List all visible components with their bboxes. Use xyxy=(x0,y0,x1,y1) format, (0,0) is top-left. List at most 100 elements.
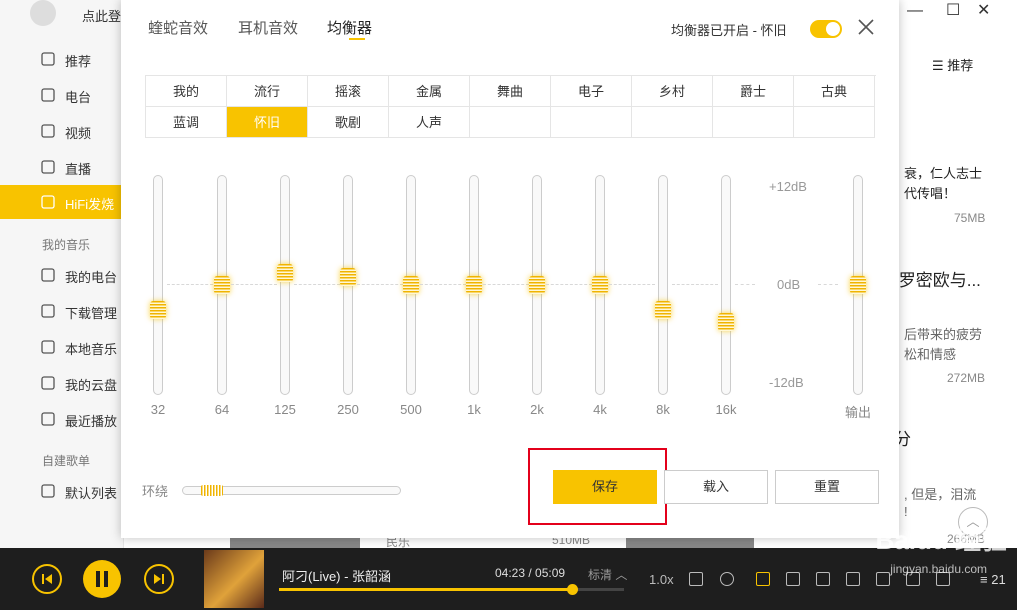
sidebar-item[interactable]: 默认列表 xyxy=(0,474,124,508)
maximize-icon[interactable]: ☐ xyxy=(946,0,960,20)
chevron-up-icon: ︿ xyxy=(615,568,628,582)
loop-icon[interactable] xyxy=(720,572,734,586)
snippet-title[interactable]: :罗密欧与... xyxy=(894,266,981,291)
eq-band-handle[interactable] xyxy=(277,263,293,282)
sidebar-item-label: 本地音乐 xyxy=(65,342,118,357)
equalizer-icon[interactable] xyxy=(756,572,770,586)
preset-button[interactable]: 舞曲 xyxy=(470,76,551,107)
active-tab-indicator xyxy=(349,38,365,40)
volume-icon[interactable] xyxy=(816,572,830,586)
sidebar-item[interactable]: 本地音乐 xyxy=(0,330,124,364)
speed-button[interactable]: 1.0x xyxy=(649,572,674,587)
clock-icon xyxy=(40,411,56,427)
reset-button[interactable]: 重置 xyxy=(775,470,879,504)
preset-button[interactable]: 怀旧 xyxy=(227,107,308,138)
eq-band-handle[interactable] xyxy=(214,276,230,294)
preset-button[interactable]: 我的 xyxy=(146,76,227,107)
preset-button[interactable]: 古典 xyxy=(794,76,875,107)
eq-band-slider[interactable] xyxy=(214,175,230,395)
minimize-icon[interactable]: — xyxy=(907,2,923,20)
pause-icon xyxy=(96,571,108,587)
eq-band-slider[interactable] xyxy=(718,175,734,395)
preset-button[interactable]: 爵士 xyxy=(713,76,794,107)
avatar[interactable] xyxy=(30,0,56,26)
preset-button[interactable]: 流行 xyxy=(227,76,308,107)
eq-toggle[interactable] xyxy=(810,20,842,38)
sidebar-item[interactable]: 我的电台 xyxy=(0,258,124,292)
sidebar-item[interactable]: 直播 xyxy=(0,150,124,184)
preset-button[interactable]: 乡村 xyxy=(632,76,713,107)
monitor-icon xyxy=(40,339,56,355)
sidebar-item[interactable]: HiFi发烧 xyxy=(0,185,124,219)
preset-button[interactable]: 金属 xyxy=(389,76,470,107)
login-link[interactable]: 点此登 xyxy=(82,6,121,25)
download-icon[interactable] xyxy=(846,572,860,586)
download-icon xyxy=(40,303,56,319)
window-close-icon[interactable]: ✕ xyxy=(977,0,990,20)
sidebar-item[interactable]: 视频 xyxy=(0,114,124,148)
album-cover[interactable] xyxy=(204,550,264,608)
preset-button[interactable]: 蓝调 xyxy=(146,107,227,138)
lyrics-icon[interactable] xyxy=(689,572,703,586)
sidebar-item-label: 我的云盘 xyxy=(65,378,118,393)
sidebar-item-label: 下载管理 xyxy=(65,306,118,321)
preset-button[interactable]: 电子 xyxy=(551,76,632,107)
zero-line xyxy=(167,284,213,285)
pause-button[interactable] xyxy=(83,560,121,598)
snippet-title[interactable]: 衰，仁人志士 xyxy=(904,163,982,182)
tab-headphone-effect[interactable]: 耳机音效 xyxy=(238,17,298,38)
share-icon[interactable] xyxy=(876,572,890,586)
eq-band-slider[interactable] xyxy=(529,175,545,395)
sidebar-item[interactable]: 推荐 xyxy=(0,42,124,76)
eq-band-slider[interactable] xyxy=(403,175,419,395)
podcast-icon xyxy=(40,267,56,283)
progress-bar[interactable] xyxy=(279,584,624,595)
player-bar: 阿刁(Live) - 张韶涵 04:23 / 05:09 标清 ︿ 1.0x ≡… xyxy=(0,548,1017,610)
next-button[interactable] xyxy=(144,564,174,594)
eq-band-handle[interactable] xyxy=(718,312,734,331)
surround-slider[interactable] xyxy=(182,485,401,496)
eq-band-handle[interactable] xyxy=(150,300,166,319)
recommend-link[interactable]: ☰ 推荐 xyxy=(932,55,973,74)
surround-handle[interactable] xyxy=(200,485,223,496)
tab-viper-effect[interactable]: 蝰蛇音效 xyxy=(148,17,208,38)
quality-select[interactable]: 标清 ︿ xyxy=(588,566,627,583)
eq-band-handle[interactable] xyxy=(655,300,671,319)
progress-handle[interactable] xyxy=(567,584,579,595)
prev-button[interactable] xyxy=(32,564,62,594)
eq-band-slider[interactable] xyxy=(655,175,671,395)
eq-band-handle[interactable] xyxy=(466,276,482,294)
sidebar-item[interactable]: 最近播放 xyxy=(0,402,124,436)
zero-line xyxy=(546,284,592,285)
close-button[interactable] xyxy=(856,17,876,37)
output-handle[interactable] xyxy=(850,276,866,294)
eq-band-slider[interactable] xyxy=(277,175,293,395)
zero-line xyxy=(294,284,340,285)
queue-count-value: 21 xyxy=(991,572,1006,587)
sidebar-item-label: 默认列表 xyxy=(65,486,118,501)
eq-band-slider[interactable] xyxy=(150,175,166,395)
sidebar-item[interactable]: 下载管理 xyxy=(0,294,124,328)
eq-status: 均衡器已开启 - 怀旧 xyxy=(671,23,787,38)
sidebar-item[interactable]: 电台 xyxy=(0,78,124,112)
preset-button[interactable]: 歌剧 xyxy=(308,107,389,138)
tab-equalizer[interactable]: 均衡器 xyxy=(327,17,372,38)
eq-band-slider[interactable] xyxy=(340,175,356,395)
output-slider[interactable] xyxy=(850,175,866,395)
load-button[interactable]: 载入 xyxy=(664,470,768,504)
preset-button[interactable]: 人声 xyxy=(389,107,470,138)
eq-band-handle[interactable] xyxy=(403,276,419,294)
file-size: 75MB xyxy=(954,211,986,225)
eq-band-slider[interactable] xyxy=(592,175,608,395)
preset-button[interactable]: 摇滚 xyxy=(308,76,389,107)
eq-band-handle[interactable] xyxy=(529,276,545,294)
progress-fill xyxy=(279,588,573,591)
zero-line xyxy=(818,284,838,285)
eq-band-handle[interactable] xyxy=(340,267,356,286)
playlist-icon[interactable] xyxy=(786,572,800,586)
song-title[interactable]: 阿刁(Live) - 张韶涵 xyxy=(282,566,391,585)
eq-band-slider[interactable] xyxy=(466,175,482,395)
sidebar-item[interactable]: 我的云盘 xyxy=(0,366,124,400)
eq-band-handle[interactable] xyxy=(592,276,608,294)
save-button[interactable]: 保存 xyxy=(553,470,657,504)
